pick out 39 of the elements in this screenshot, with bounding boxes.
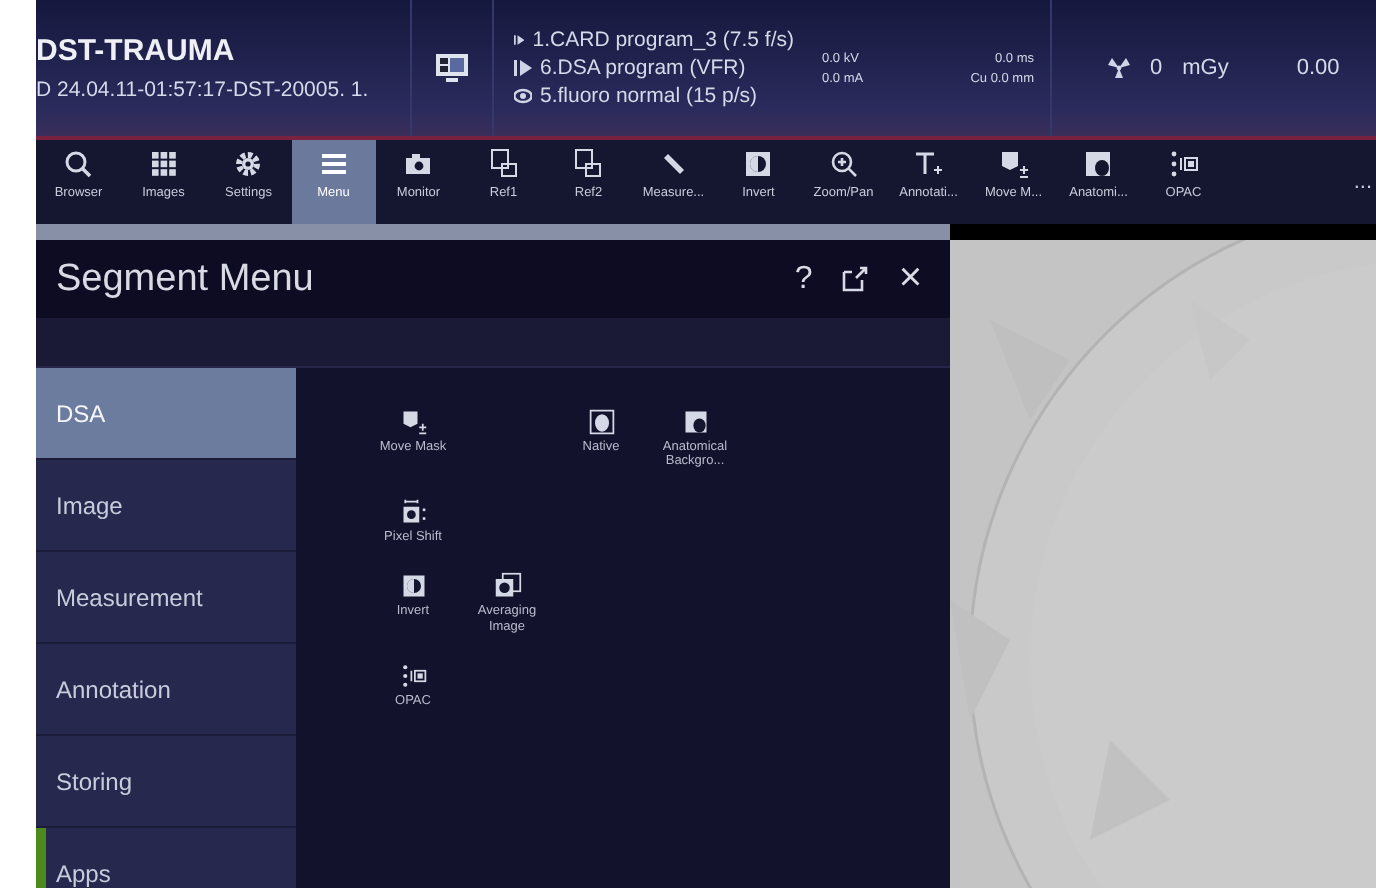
search-icon (62, 148, 95, 180)
anatomy-image-icon (681, 408, 709, 436)
close-button[interactable]: × (898, 256, 922, 302)
anatomy-image-icon (1082, 148, 1115, 180)
grid-icon (147, 148, 180, 180)
camera-icon (402, 148, 435, 180)
settings-icon (232, 148, 265, 180)
help-button[interactable]: ? (794, 261, 813, 297)
contrast-icon (399, 572, 427, 601)
monitor-icon[interactable] (434, 50, 470, 86)
study-id: D 24.04.11-01:57:17-DST-20005. 1. (36, 78, 371, 102)
overlapping-squares-icon (487, 148, 520, 180)
radiation-icon (1108, 58, 1130, 78)
category-tab[interactable]: DSA (36, 368, 296, 460)
more-button[interactable]: ... (1353, 170, 1376, 194)
dose-area-value: 0.00 (1296, 56, 1340, 80)
menu-icon (317, 148, 350, 180)
zoom-in-icon (827, 148, 860, 180)
text-icon (912, 148, 945, 180)
mask-plus-minus-icon (399, 408, 427, 436)
pixel-shift-icon (399, 497, 427, 526)
program-label: 5.fluoro normal (15 p/s) (540, 84, 758, 108)
opac-icon (399, 662, 427, 691)
play-icon (514, 60, 532, 76)
play-icon (514, 32, 525, 48)
patient-name: DST-TRAUMA (36, 34, 237, 68)
overlapping-squares-icon (572, 148, 605, 180)
program-label: 1.CARD program_3 (7.5 f/s) (532, 28, 794, 52)
opac-icon (1167, 148, 1200, 180)
dose-value: 0 (1150, 56, 1163, 80)
stacked-images-icon (493, 572, 521, 601)
popout-icon[interactable] (842, 266, 869, 292)
panel-title: Segment Menu (56, 257, 316, 301)
head-image-icon (587, 408, 615, 436)
contrast-icon (742, 148, 775, 180)
dose-unit: mGy (1182, 56, 1229, 80)
program-label: 6.DSA program (VFR) (540, 56, 746, 80)
mask-plus-minus-icon (997, 148, 1030, 180)
eye-icon (514, 88, 532, 104)
